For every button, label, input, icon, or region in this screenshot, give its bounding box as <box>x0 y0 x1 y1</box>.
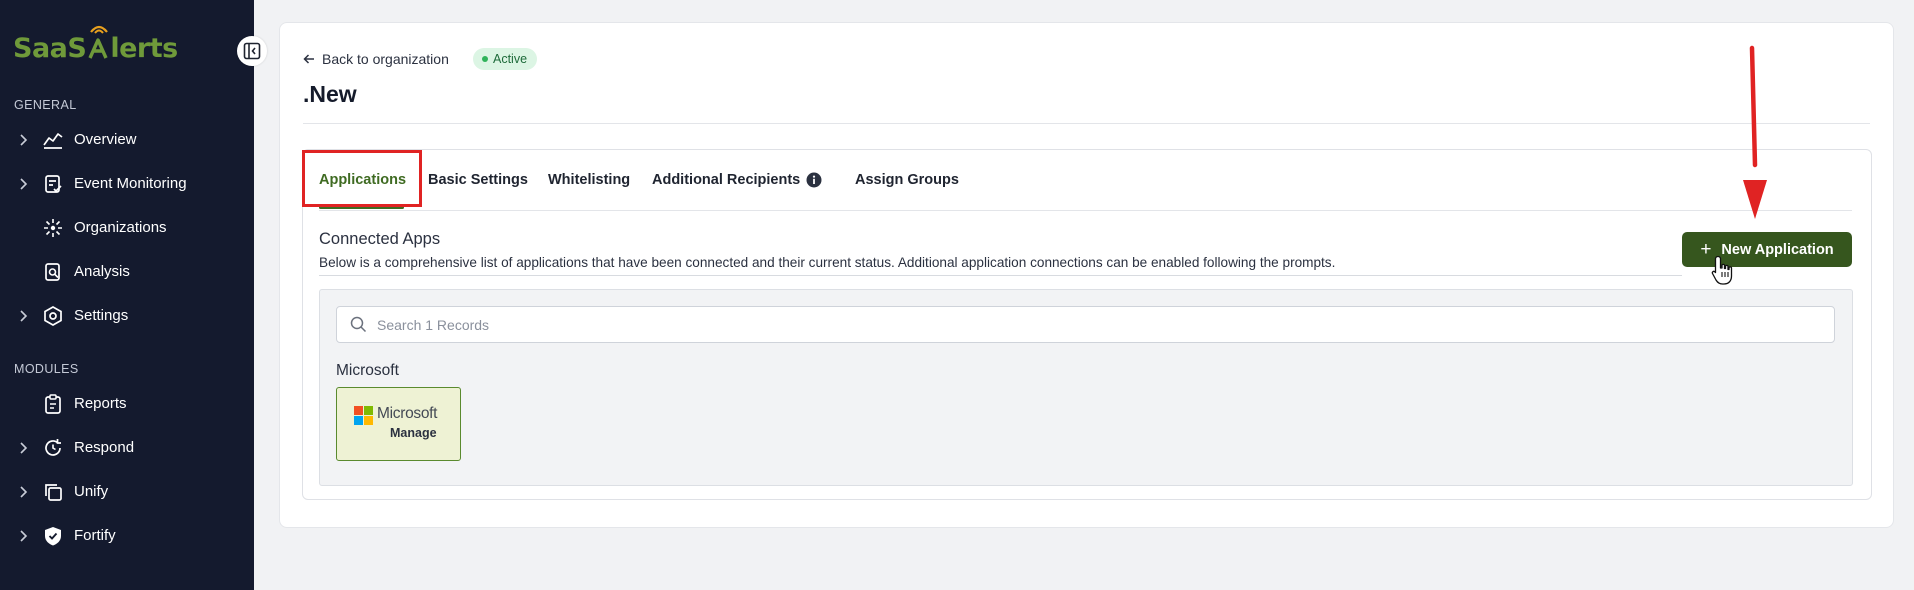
clipboard-search-icon <box>45 263 60 281</box>
sidebar-item-label: Respond <box>74 439 135 456</box>
network-icon <box>44 219 62 237</box>
sidebar-item-analysis[interactable]: Analysis <box>0 252 254 292</box>
chevron-right-icon <box>20 134 28 146</box>
tab-assign-groups[interactable]: Assign Groups <box>855 172 959 188</box>
search-box[interactable] <box>336 306 1835 343</box>
clipboard-check-icon <box>45 175 62 193</box>
tab-additional-recipients[interactable]: Additional Recipients <box>652 172 800 188</box>
microsoft-logo-icon <box>354 406 373 425</box>
sidebar-item-organizations[interactable]: Organizations <box>0 208 254 248</box>
sidebar-item-label: Event Monitoring <box>74 175 187 192</box>
sidebar-item-reports[interactable]: Reports <box>0 384 254 424</box>
connected-apps-title: Connected Apps <box>319 230 441 248</box>
status-badge: Active <box>473 48 538 70</box>
copy-icon <box>45 484 62 501</box>
refresh-clock-icon <box>45 439 61 456</box>
back-link-label: Back to organization <box>322 51 449 67</box>
connected-apps-description: Below is a comprehensive list of applica… <box>319 255 1336 270</box>
chevron-right-icon <box>20 486 28 498</box>
clipboard-icon <box>45 394 61 414</box>
section-label-general: GENERAL <box>14 98 77 112</box>
new-application-label: New Application <box>1721 241 1834 258</box>
sidebar-item-label: Settings <box>74 307 129 324</box>
app-name: Microsoft <box>377 405 438 422</box>
title-divider <box>303 123 1870 124</box>
chevron-right-icon <box>20 178 28 190</box>
collapse-sidebar-button[interactable] <box>237 36 267 66</box>
chart-line-icon <box>43 133 63 149</box>
sidebar-item-label: Fortify <box>74 527 116 544</box>
app-group-label: Microsoft <box>336 362 399 379</box>
section-label-modules: MODULES <box>14 362 79 376</box>
new-application-button[interactable]: + New Application <box>1682 232 1852 267</box>
tab-basic-settings[interactable]: Basic Settings <box>428 172 528 188</box>
sidebar-item-overview[interactable]: Overview <box>0 120 254 160</box>
sidebar-item-unify[interactable]: Unify <box>0 472 254 512</box>
info-icon[interactable] <box>806 172 822 188</box>
logo-text-part2: lerts <box>110 32 178 64</box>
sidebar-item-label: Organizations <box>74 219 167 236</box>
back-to-organization-link[interactable]: Back to organization <box>303 51 449 67</box>
arrow-left-icon <box>303 54 314 64</box>
sidebar-item-settings[interactable]: Settings <box>0 296 254 336</box>
section-divider <box>319 275 1682 276</box>
app-manage-label: Manage <box>390 426 437 440</box>
annotation-arrow-icon <box>1743 45 1767 219</box>
tabs-divider <box>319 210 1852 211</box>
search-icon <box>350 316 367 333</box>
logo-text-part1: SaaS <box>13 32 87 64</box>
chevron-right-icon <box>20 310 28 322</box>
annotation-highlight-box <box>302 150 422 207</box>
chevron-right-icon <box>20 442 28 454</box>
microsoft-app-tile[interactable]: Microsoft Manage <box>336 387 461 461</box>
sidebar: SaaS lerts GENERAL Overview Event Monito… <box>0 0 254 590</box>
tab-whitelisting[interactable]: Whitelisting <box>548 172 630 188</box>
sidebar-item-label: Reports <box>74 395 127 412</box>
sidebar-collapse-icon <box>243 42 261 60</box>
sidebar-item-fortify[interactable]: Fortify <box>0 516 254 556</box>
sidebar-item-label: Overview <box>74 131 137 148</box>
sidebar-item-label: Analysis <box>74 263 130 280</box>
logo-wave-a-icon <box>87 25 109 64</box>
page-title: .New <box>303 81 357 107</box>
chevron-right-icon <box>20 530 28 542</box>
sidebar-item-event-monitoring[interactable]: Event Monitoring <box>0 164 254 204</box>
hand-cursor-icon <box>1711 255 1733 285</box>
search-input[interactable] <box>377 307 1777 342</box>
sidebar-item-respond[interactable]: Respond <box>0 428 254 468</box>
sidebar-item-label: Unify <box>74 483 109 500</box>
hexagon-gear-icon <box>44 306 62 326</box>
shield-check-icon <box>45 527 61 546</box>
saas-alerts-logo[interactable]: SaaS lerts <box>13 25 178 68</box>
